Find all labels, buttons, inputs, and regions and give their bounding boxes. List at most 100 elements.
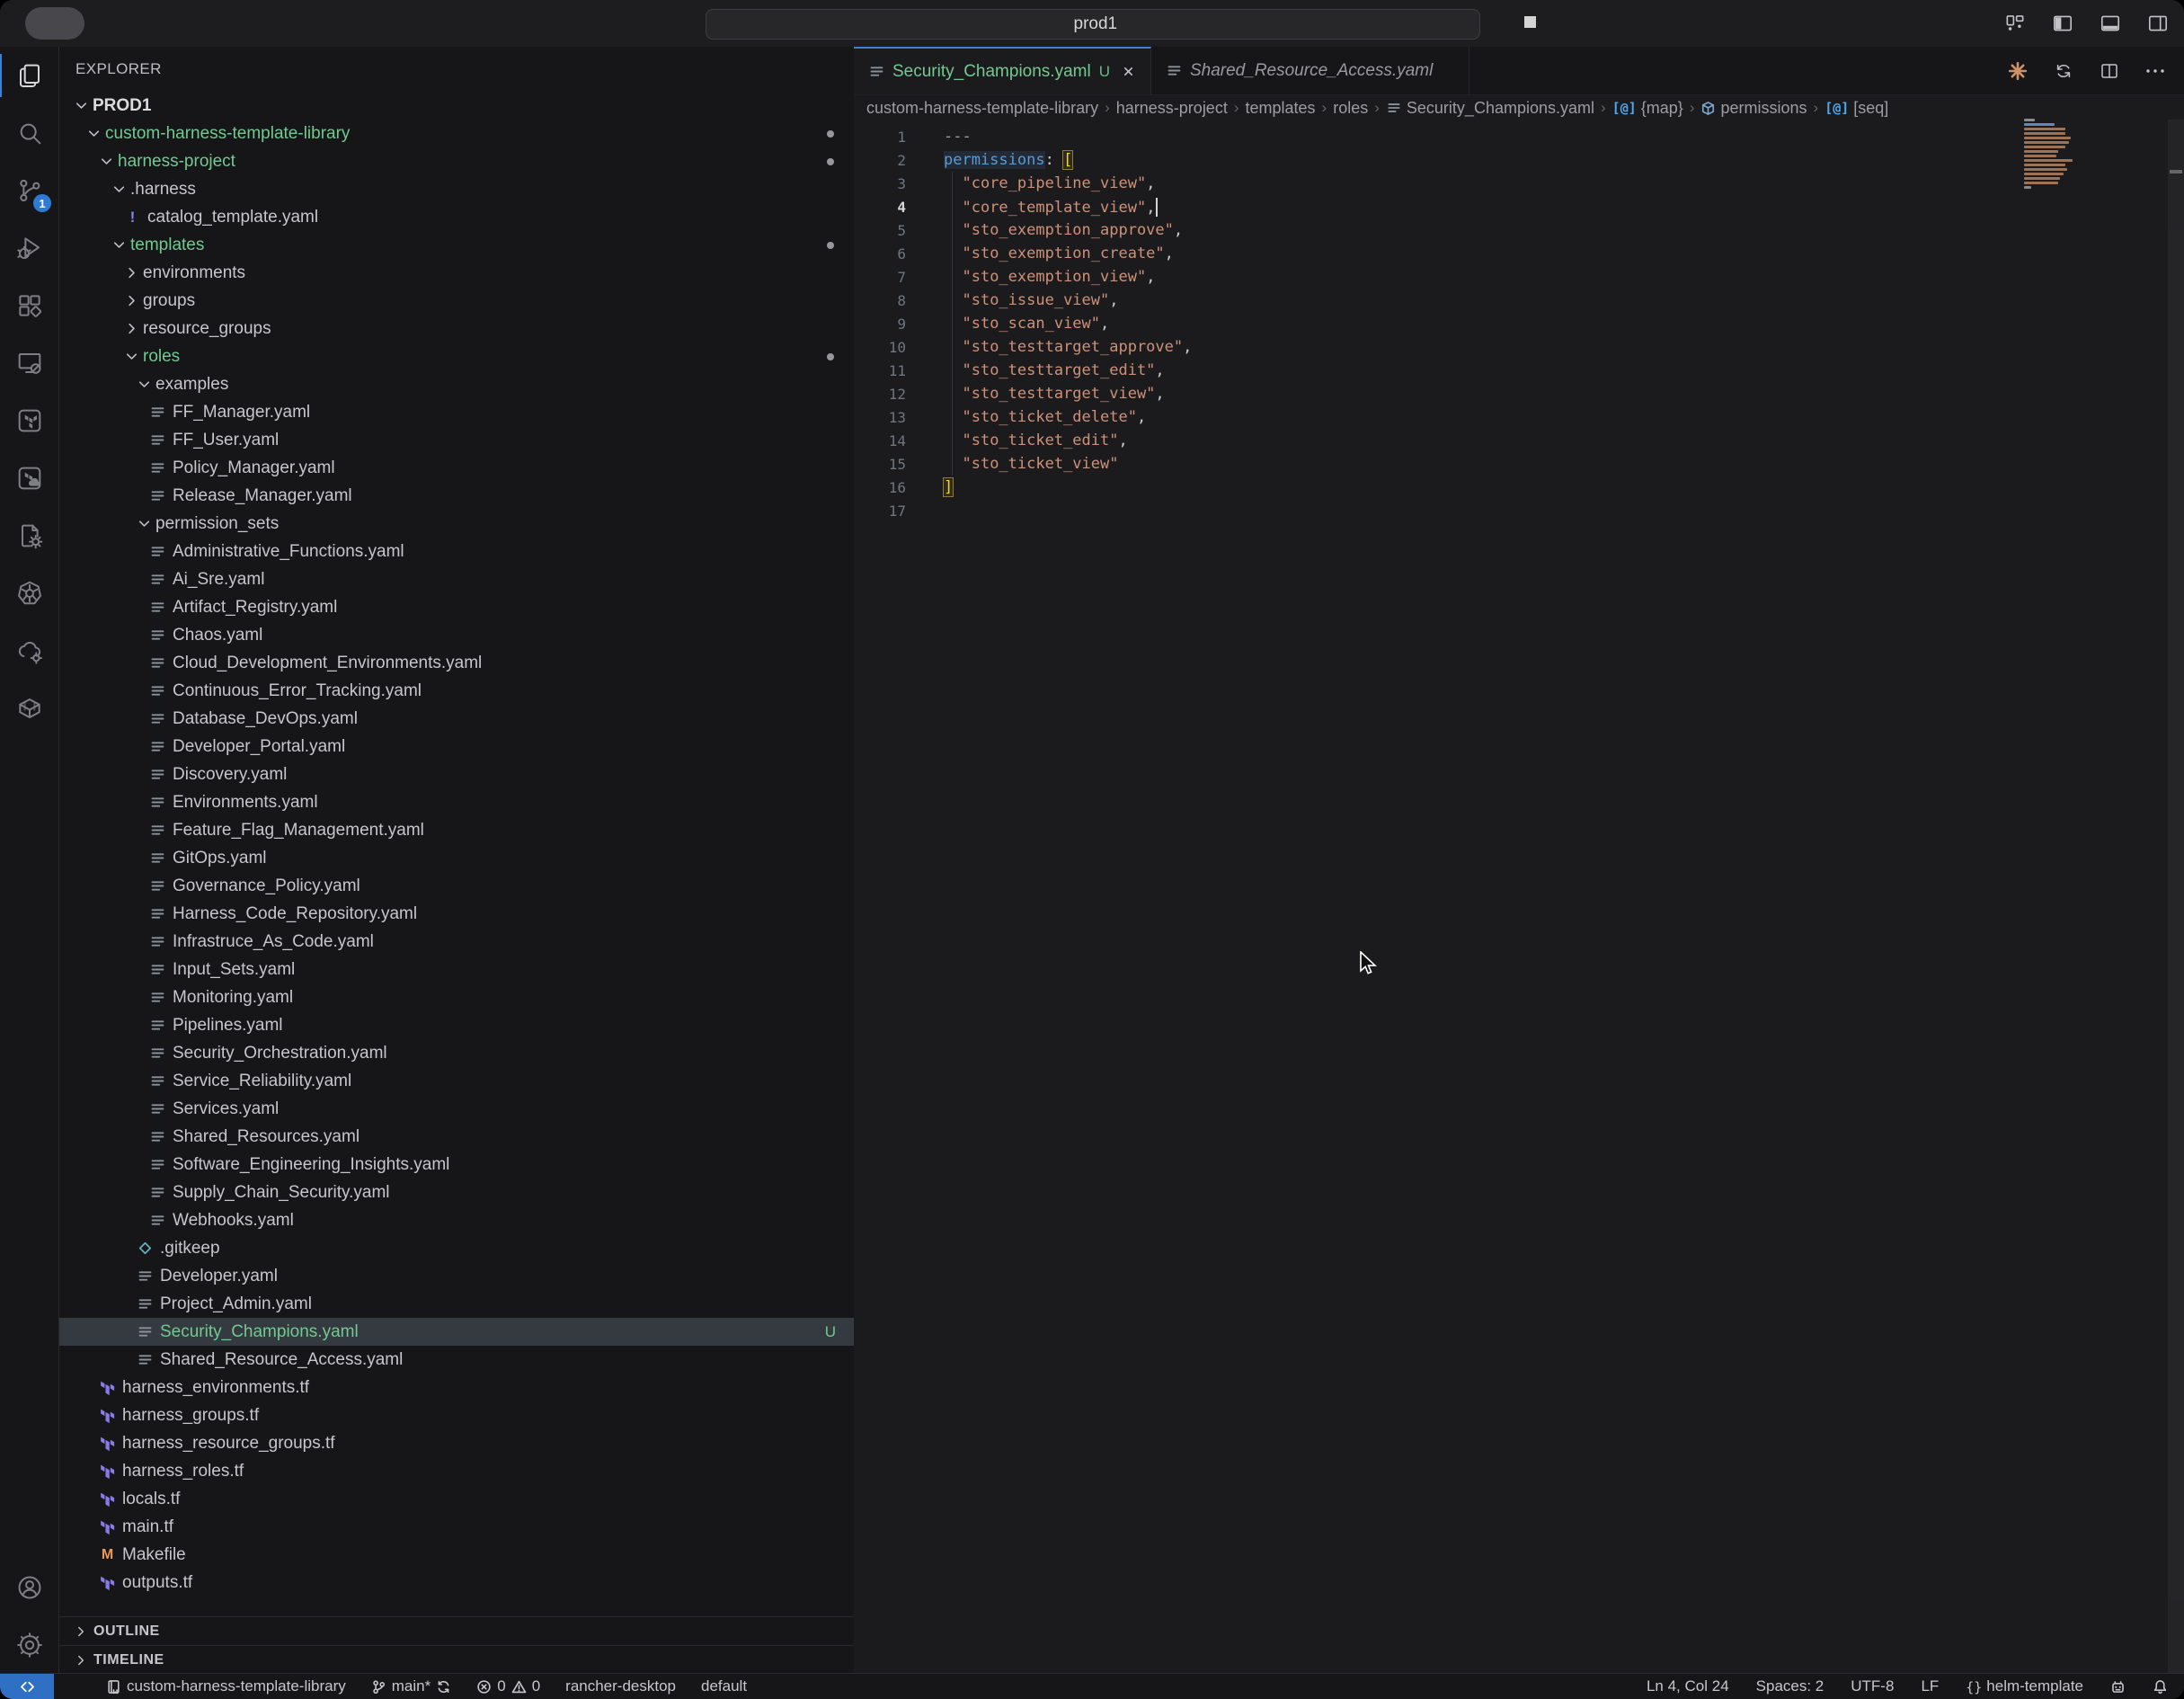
tree-row-PROD1[interactable]: PROD1	[59, 92, 854, 120]
activity-item-dev-tools-file[interactable]	[0, 507, 58, 565]
tree-row-Service_Reliability.yaml[interactable]: Service_Reliability.yaml	[59, 1067, 854, 1095]
tree-row-Webhooks.yaml[interactable]: Webhooks.yaml	[59, 1206, 854, 1234]
activity-item-explorer[interactable]	[0, 47, 58, 104]
code-editor[interactable]: 1---2permissions: [3 "core_pipeline_view…	[854, 121, 2184, 1674]
tree-row-Security_Champions.yaml[interactable]: Security_Champions.yamlU	[59, 1318, 854, 1346]
tree-row-roles[interactable]: roles	[59, 342, 854, 370]
activity-item-terraform-cloud[interactable]	[0, 449, 58, 507]
customize-layout-icon[interactable]	[2003, 12, 2027, 35]
status-kube-context[interactable]: rancher-desktop	[562, 1674, 679, 1699]
tree-row-custom-harness-template-library[interactable]: custom-harness-template-library	[59, 120, 854, 147]
toggle-panel-icon[interactable]	[2099, 12, 2122, 35]
activity-item-extensions[interactable]	[0, 277, 58, 334]
activity-item-search[interactable]	[0, 104, 58, 162]
tree-row-Environments.yaml[interactable]: Environments.yaml	[59, 788, 854, 816]
status-encoding[interactable]: UTF-8	[1847, 1674, 1897, 1699]
layout-toggle-button[interactable]	[1499, 11, 1536, 32]
tree-row-Continuous_Error_Tracking.yaml[interactable]: Continuous_Error_Tracking.yaml	[59, 677, 854, 705]
toggle-primary-sidebar-icon[interactable]	[2051, 12, 2074, 35]
editor-scrollbar[interactable]	[2168, 120, 2184, 1674]
tree-row-Software_Engineering_Insights.yaml[interactable]: Software_Engineering_Insights.yaml	[59, 1151, 854, 1179]
status-notifications[interactable]	[2149, 1674, 2171, 1699]
tree-row-Shared_Resource_Access.yaml[interactable]: Shared_Resource_Access.yaml	[59, 1346, 854, 1374]
status-remote-indicator[interactable]	[0, 1674, 54, 1699]
activity-item-settings[interactable]	[0, 1616, 58, 1674]
search-input[interactable]	[1072, 13, 1139, 35]
breadcrumb-item[interactable]: harness-project	[1116, 99, 1228, 118]
status-assistant[interactable]	[2107, 1674, 2129, 1699]
activity-item-accounts[interactable]	[0, 1559, 58, 1616]
command-center-search[interactable]	[706, 9, 1480, 40]
tree-row-Pipelines.yaml[interactable]: Pipelines.yaml	[59, 1011, 854, 1039]
tree-row-Infrastruce_As_Code.yaml[interactable]: Infrastruce_As_Code.yaml	[59, 928, 854, 956]
nav-back-button[interactable]	[640, 10, 663, 33]
tree-row-harness_roles.tf[interactable]: harness_roles.tf	[59, 1457, 854, 1485]
tree-row-Feature_Flag_Management.yaml[interactable]: Feature_Flag_Management.yaml	[59, 816, 854, 844]
tree-row-harness_environments.tf[interactable]: harness_environments.tf	[59, 1374, 854, 1401]
tree-row-GitOps.yaml[interactable]: GitOps.yaml	[59, 844, 854, 872]
tree-row-Security_Orchestration.yaml[interactable]: Security_Orchestration.yaml	[59, 1039, 854, 1067]
tree-row-resource_groups[interactable]: resource_groups	[59, 315, 854, 342]
activity-item-cloud-tools[interactable]	[0, 622, 58, 680]
breadcrumb-item[interactable]: custom-harness-template-library	[866, 99, 1098, 118]
tree-row-environments[interactable]: environments	[59, 259, 854, 287]
activity-item-source-control[interactable]: 1	[0, 162, 58, 219]
breadcrumb-item[interactable]: [@][seq]	[1824, 99, 1888, 118]
tree-row-permission_sets[interactable]: permission_sets	[59, 510, 854, 538]
status-eol-sequence[interactable]: LF	[1917, 1674, 1942, 1699]
minimap[interactable]	[2024, 119, 2078, 189]
tree-row-harness-project[interactable]: harness-project	[59, 147, 854, 175]
tree-row-Input_Sets.yaml[interactable]: Input_Sets.yaml	[59, 956, 854, 983]
tree-row-groups[interactable]: groups	[59, 287, 854, 315]
tree-row-harness_resource_groups.tf[interactable]: harness_resource_groups.tf	[59, 1429, 854, 1457]
activity-item-containers[interactable]	[0, 680, 58, 737]
tree-row-Discovery.yaml[interactable]: Discovery.yaml	[59, 761, 854, 788]
status-indentation[interactable]: Spaces: 2	[1753, 1674, 1828, 1699]
tree-row-Developer_Portal.yaml[interactable]: Developer_Portal.yaml	[59, 733, 854, 761]
ai-sparkle-icon[interactable]	[2007, 60, 2029, 82]
breadcrumb-item[interactable]: [@]{map}	[1612, 99, 1683, 118]
activity-item-remote-explorer[interactable]	[0, 334, 58, 392]
close-icon[interactable]	[1121, 64, 1136, 79]
tree-row-Chaos.yaml[interactable]: Chaos.yaml	[59, 621, 854, 649]
tree-row-Ai_Sre.yaml[interactable]: Ai_Sre.yaml	[59, 565, 854, 593]
toggle-secondary-sidebar-icon[interactable]	[2146, 12, 2170, 35]
activity-item-run-and-debug[interactable]	[0, 219, 58, 277]
tree-row-Policy_Manager.yaml[interactable]: Policy_Manager.yaml	[59, 454, 854, 482]
status-git-branch[interactable]: main*	[368, 1674, 455, 1699]
panel-outline[interactable]: OUTLINE	[59, 1616, 854, 1645]
screen-share-pill[interactable]	[25, 7, 84, 40]
activity-item-terraform[interactable]	[0, 392, 58, 449]
status-kube-namespace[interactable]: default	[697, 1674, 750, 1699]
breadcrumb-item[interactable]: Security_Champions.yaml	[1386, 99, 1594, 118]
tree-row-catalog_template.yaml[interactable]: !catalog_template.yaml	[59, 203, 854, 231]
synchronize-icon[interactable]	[2053, 60, 2074, 82]
status-language-mode[interactable]: {}helm-template	[1962, 1674, 2087, 1699]
tree-row-Administrative_Functions.yaml[interactable]: Administrative_Functions.yaml	[59, 538, 854, 565]
activity-item-kubernetes[interactable]	[0, 565, 58, 622]
tree-row-.gitkeep[interactable]: .gitkeep	[59, 1234, 854, 1262]
tree-row-Cloud_Development_Environments.yaml[interactable]: Cloud_Development_Environments.yaml	[59, 649, 854, 677]
split-editor-icon[interactable]	[2099, 60, 2120, 82]
status-cursor-position[interactable]: Ln 4, Col 24	[1643, 1674, 1733, 1699]
tab-Shared_Resource_Access.yaml[interactable]: Shared_Resource_Access.yaml	[1151, 47, 1469, 94]
tree-row-templates[interactable]: templates	[59, 231, 854, 259]
tree-row-FF_User.yaml[interactable]: FF_User.yaml	[59, 426, 854, 454]
tree-row-harness_groups.tf[interactable]: harness_groups.tf	[59, 1401, 854, 1429]
breadcrumb-item[interactable]: permissions	[1700, 99, 1807, 118]
tree-row-locals.tf[interactable]: locals.tf	[59, 1485, 854, 1513]
tree-row-Supply_Chain_Security.yaml[interactable]: Supply_Chain_Security.yaml	[59, 1179, 854, 1206]
tree-row-Project_Admin.yaml[interactable]: Project_Admin.yaml	[59, 1290, 854, 1318]
breadcrumb-item[interactable]: roles	[1333, 99, 1368, 118]
tree-row-Services.yaml[interactable]: Services.yaml	[59, 1095, 854, 1123]
more-actions-icon[interactable]	[818, 59, 838, 79]
tree-row-outputs.tf[interactable]: outputs.tf	[59, 1569, 854, 1597]
tree-row-FF_Manager.yaml[interactable]: FF_Manager.yaml	[59, 398, 854, 426]
status-problems[interactable]: 00	[473, 1674, 544, 1699]
tree-row-Governance_Policy.yaml[interactable]: Governance_Policy.yaml	[59, 872, 854, 900]
more-actions-icon[interactable]	[2144, 60, 2166, 82]
panel-timeline[interactable]: TIMELINE	[59, 1645, 854, 1674]
tree-row-Release_Manager.yaml[interactable]: Release_Manager.yaml	[59, 482, 854, 510]
tree-row-Developer.yaml[interactable]: Developer.yaml	[59, 1262, 854, 1290]
tree-row-Shared_Resources.yaml[interactable]: Shared_Resources.yaml	[59, 1123, 854, 1151]
